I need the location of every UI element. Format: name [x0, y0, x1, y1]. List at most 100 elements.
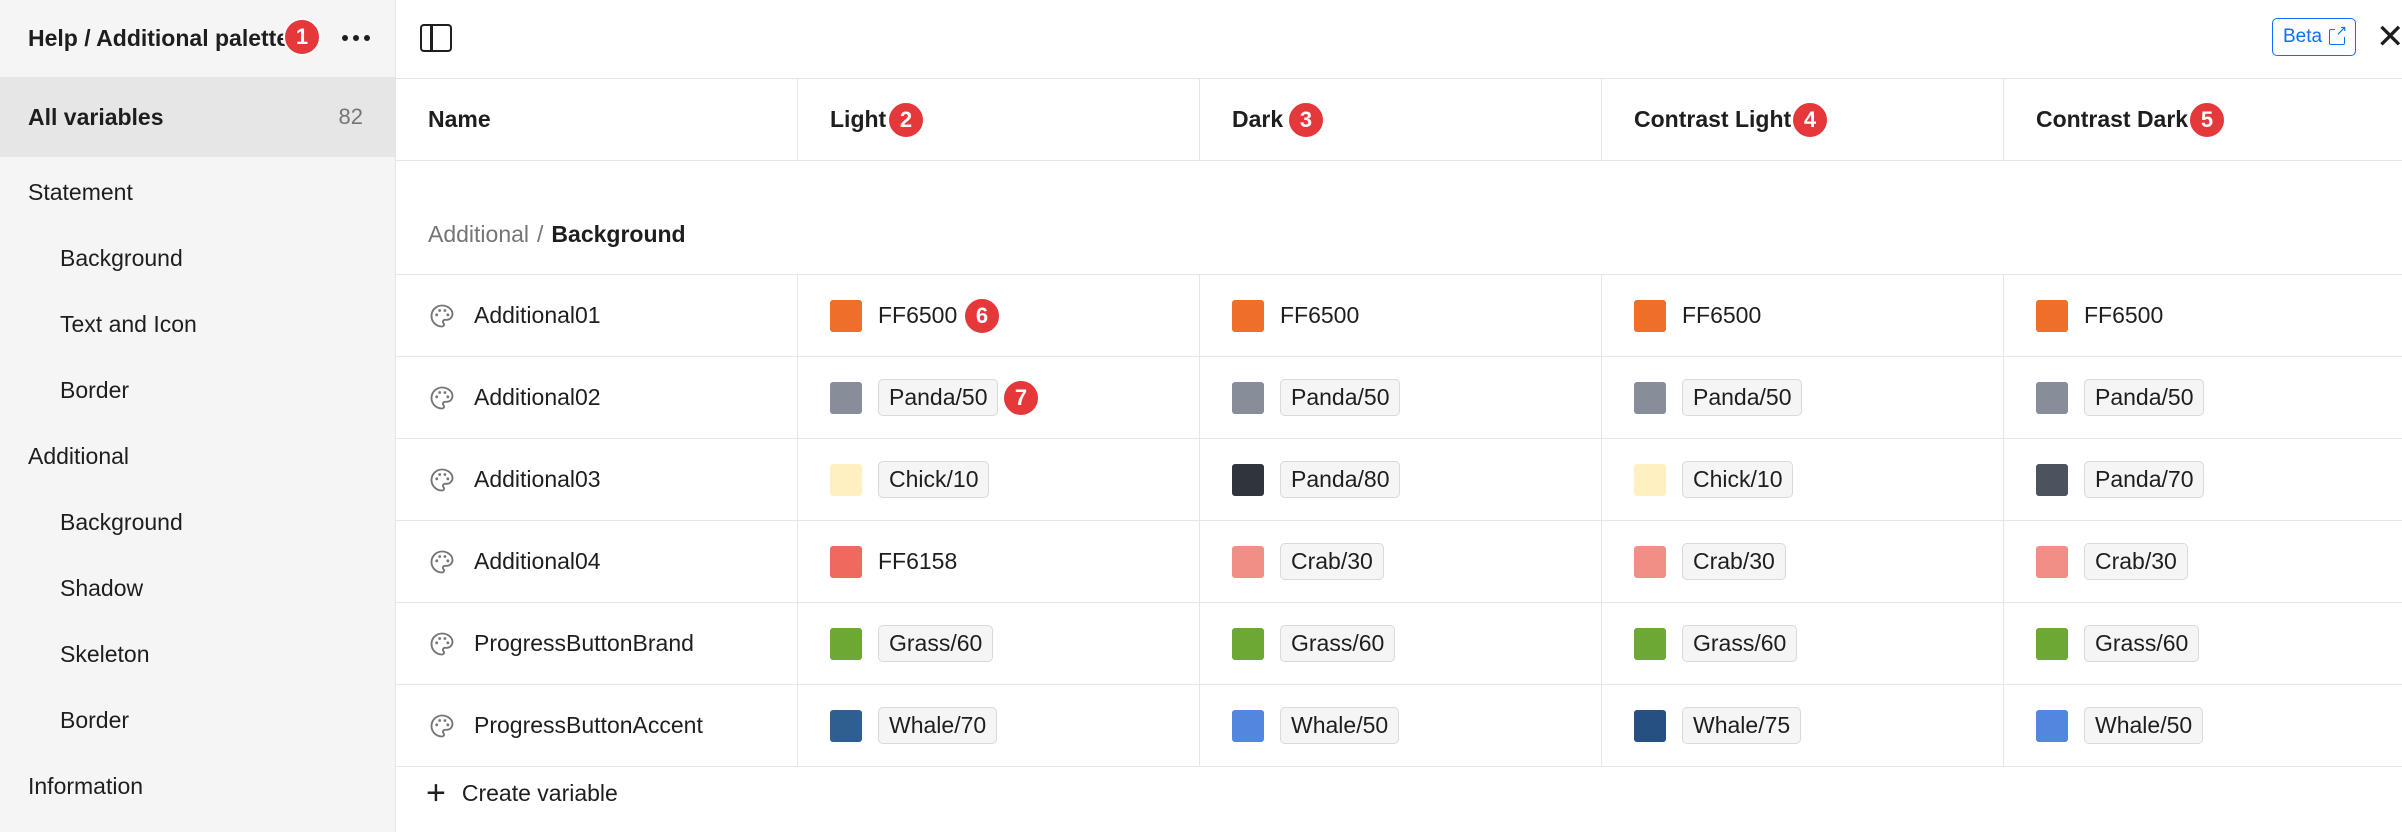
variable-name-cell[interactable]: ProgressButtonAccent: [396, 685, 798, 766]
breadcrumb-separator: /: [537, 221, 544, 247]
beta-badge-link[interactable]: Beta: [2272, 18, 2357, 56]
table-row[interactable]: Additional04 FF6158 Crab/30 Crab/30 Crab/30: [396, 521, 2402, 603]
variable-value-cell[interactable]: Crab/30: [1602, 521, 2004, 602]
color-swatch[interactable]: [830, 545, 862, 578]
table-row[interactable]: Additional02 Panda/50 Panda/50 Panda/50 Pand…: [396, 357, 2402, 439]
collection-title[interactable]: Help / Additional palette: [28, 25, 289, 52]
variable-value-cell[interactable]: Panda/50: [798, 357, 1200, 438]
color-swatch[interactable]: [2036, 545, 2068, 578]
variable-name: Additional02: [474, 384, 601, 410]
variable-rows: Additional01 FF6500 FF6500 FF6500 FF6500 Addi…: [396, 275, 2402, 767]
color-swatch[interactable]: [1232, 463, 1264, 496]
column-header-name[interactable]: Name: [396, 79, 798, 160]
variable-name-cell[interactable]: ProgressButtonBrand: [396, 603, 798, 684]
sidebar: Help / Additional palette All variables …: [0, 0, 396, 832]
variable-value-cell[interactable]: Whale/75: [1602, 685, 2004, 766]
variable-value-cell[interactable]: Crab/30: [1200, 521, 1602, 602]
sidebar-item-additional[interactable]: Additional: [0, 423, 395, 489]
sidebar-item-background[interactable]: Background: [0, 225, 395, 291]
variables-app: Help / Additional palette All variables …: [0, 0, 2402, 832]
table-row[interactable]: Additional03 Chick/10 Panda/80 Chick/10 Pand…: [396, 439, 2402, 521]
alias-pill: Panda/50: [2084, 379, 2205, 416]
table-row[interactable]: ProgressButtonBrand Grass/60 Grass/60 Grass…: [396, 603, 2402, 685]
variable-value-cell[interactable]: Chick/10: [798, 439, 1200, 520]
variable-value-cell[interactable]: Panda/50: [1602, 357, 2004, 438]
variable-name: ProgressButtonAccent: [474, 712, 703, 738]
variable-value-cell[interactable]: Panda/50: [2004, 357, 2402, 438]
variable-name-cell[interactable]: Additional03: [396, 439, 798, 520]
color-swatch[interactable]: [1634, 545, 1666, 578]
annotation-badge: 1: [283, 18, 321, 56]
variable-value-cell[interactable]: FF6500: [1200, 275, 1602, 356]
color-swatch[interactable]: [1232, 627, 1264, 660]
sidebar-item-background[interactable]: Background: [0, 489, 395, 555]
sidebar-item-text-and-icon[interactable]: Text and Icon: [0, 291, 395, 357]
annotation-badge: 3: [1287, 101, 1325, 139]
close-icon[interactable]: ✕: [2376, 20, 2402, 54]
variable-value-cell[interactable]: Whale/50: [1200, 685, 1602, 766]
color-swatch[interactable]: [1634, 709, 1666, 742]
sidebar-item-skeleton[interactable]: Skeleton: [0, 621, 395, 687]
alias-pill: Whale/70: [878, 707, 998, 744]
sidebar-item-shadow[interactable]: Shadow: [0, 555, 395, 621]
color-swatch[interactable]: [1232, 299, 1264, 332]
color-swatch[interactable]: [2036, 463, 2068, 496]
color-swatch[interactable]: [1634, 299, 1666, 332]
sidebar-group-list: Statement Background Text and Icon Border Ad…: [0, 157, 395, 819]
table-row[interactable]: Additional01 FF6500 FF6500 FF6500 FF6500: [396, 275, 2402, 357]
color-swatch[interactable]: [1232, 545, 1264, 578]
color-swatch[interactable]: [830, 381, 862, 414]
color-swatch[interactable]: [2036, 299, 2068, 332]
variable-value-cell[interactable]: Panda/70: [2004, 439, 2402, 520]
breadcrumb-parent: Additional: [428, 221, 530, 247]
variable-value-cell[interactable]: Crab/30: [2004, 521, 2402, 602]
variable-name-cell[interactable]: Additional01: [396, 275, 798, 356]
color-swatch[interactable]: [2036, 381, 2068, 414]
sidebar-toggle-icon[interactable]: [420, 24, 452, 52]
color-swatch[interactable]: [830, 627, 862, 660]
variables-table-panel: Beta ✕ Name Light Dark Contrast Light Co…: [396, 0, 2402, 832]
variable-name-cell[interactable]: Additional04: [396, 521, 798, 602]
variable-name-cell[interactable]: Additional02: [396, 357, 798, 438]
create-variable-button[interactable]: + Create variable: [426, 776, 618, 810]
variable-value-cell[interactable]: Chick/10: [1602, 439, 2004, 520]
sidebar-item-all-variables[interactable]: All variables 82: [0, 77, 395, 157]
color-swatch[interactable]: [830, 463, 862, 496]
variable-value-cell[interactable]: Grass/60: [2004, 603, 2402, 684]
sidebar-item-border[interactable]: Border: [0, 687, 395, 753]
more-options-button[interactable]: [336, 22, 376, 54]
variable-value-cell[interactable]: FF6158: [798, 521, 1200, 602]
color-swatch[interactable]: [830, 709, 862, 742]
color-swatch[interactable]: [1634, 381, 1666, 414]
sidebar-item-information[interactable]: Information: [0, 753, 395, 819]
variable-value-cell[interactable]: Panda/80: [1200, 439, 1602, 520]
variable-value-cell[interactable]: Whale/70: [798, 685, 1200, 766]
variable-value-cell[interactable]: Whale/50: [2004, 685, 2402, 766]
alias-pill: Whale/50: [2084, 707, 2204, 744]
color-swatch[interactable]: [1634, 627, 1666, 660]
table-row[interactable]: ProgressButtonAccent Whale/70 Whale/50 Whal…: [396, 685, 2402, 767]
color-swatch[interactable]: [2036, 709, 2068, 742]
color-palette-icon: [430, 632, 454, 655]
color-swatch[interactable]: [2036, 627, 2068, 660]
variable-value-cell[interactable]: FF6500: [1602, 275, 2004, 356]
all-variables-label: All variables: [28, 103, 164, 130]
variable-value-cell[interactable]: FF6500: [2004, 275, 2402, 356]
more-dot-icon: [342, 35, 348, 41]
color-swatch[interactable]: [1232, 709, 1264, 742]
create-variable-label: Create variable: [461, 779, 618, 806]
variable-value-cell[interactable]: Grass/60: [1200, 603, 1602, 684]
sidebar-item-statement[interactable]: Statement: [0, 159, 395, 225]
sidebar-item-border[interactable]: Border: [0, 357, 395, 423]
color-swatch[interactable]: [830, 299, 862, 332]
variable-value-cell[interactable]: Grass/60: [1602, 603, 2004, 684]
color-swatch[interactable]: [1232, 381, 1264, 414]
color-swatch[interactable]: [1634, 463, 1666, 496]
variable-value-cell[interactable]: Grass/60: [798, 603, 1200, 684]
column-header-mode[interactable]: Dark: [1200, 79, 1602, 160]
alias-pill: Grass/60: [1280, 625, 1396, 662]
variable-value-cell[interactable]: Panda/50: [1200, 357, 1602, 438]
top-bar: Beta ✕: [396, 0, 2402, 79]
sidebar-header: Help / Additional palette: [0, 0, 395, 77]
column-header-mode[interactable]: Light: [798, 79, 1200, 160]
